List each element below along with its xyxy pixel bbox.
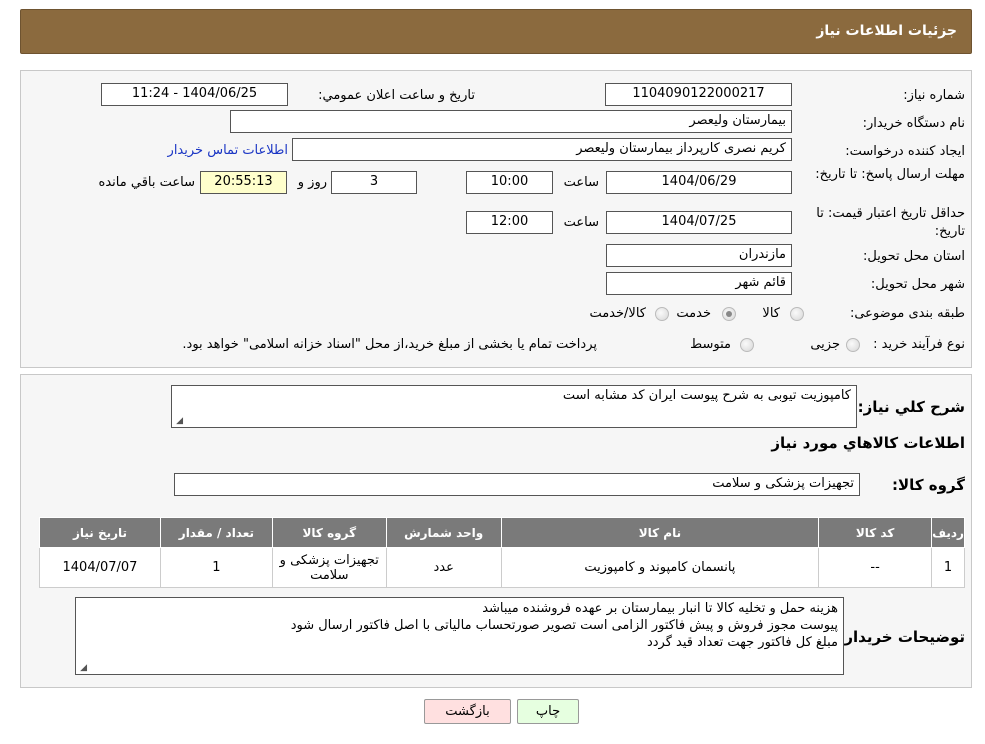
validity-time-field: 12:00 — [466, 211, 553, 234]
col-qty: تعداد / مقدار — [159, 517, 273, 548]
validity-label: حداقل تاریخ اعتبار قیمت: تا تاریخ: — [816, 206, 965, 239]
col-code: کد کالا — [818, 517, 933, 548]
cell-group: تجهیزات پزشکی و سلامت — [271, 547, 387, 588]
category-option-goods: کالا — [762, 306, 780, 321]
process-radio-medium[interactable] — [740, 338, 754, 352]
summary-textarea[interactable]: کامپوزیت تیوبی به شرح پیوست ایران کد مشا… — [171, 385, 857, 428]
category-radio-goods[interactable] — [790, 307, 804, 321]
city-field: قائم شهر — [606, 272, 792, 295]
cell-date: 1404/07/07 — [39, 547, 161, 588]
cell-name: پانسمان کامپوند و کامپوزیت — [500, 547, 820, 588]
page-title: جزئیات اطلاعات نیاز — [816, 23, 957, 39]
col-name: نام کالا — [500, 517, 820, 548]
need-number-label: شماره نیاز: — [903, 88, 965, 103]
remaining-label: ساعت باقي مانده — [98, 175, 195, 190]
items-table-header: ردیف کد کالا نام کالا واحد شمارش گروه کا… — [39, 517, 965, 548]
back-button[interactable]: بازگشت — [424, 699, 511, 724]
print-button[interactable]: چاپ — [517, 699, 579, 724]
summary-label: شرح کلي نیاز: — [857, 398, 965, 416]
cell-code: -- — [818, 547, 933, 588]
creator-field: کریم نصری کارپرداز بیمارستان ولیعصر — [292, 138, 792, 161]
need-number-field: 1104090122000217 — [605, 83, 792, 106]
buyer-org-label: نام دستگاه خریدار: — [862, 116, 965, 131]
announce-field: 1404/06/25 - 11:24 — [101, 83, 288, 106]
province-label: استان محل تحویل: — [863, 249, 965, 264]
process-option-medium: متوسط — [690, 337, 731, 352]
goods-group-field: تجهیزات پزشکی و سلامت — [174, 473, 860, 496]
buyer-note-line: پیوست مجوز فروش و پیش فاکتور الزامی است … — [290, 618, 838, 633]
buyer-notes-textarea[interactable]: هزینه حمل و تخلیه کالا تا انبار بیمارستا… — [75, 597, 844, 675]
page-header: جزئیات اطلاعات نیاز — [20, 9, 972, 54]
cell-unit: عدد — [385, 547, 502, 588]
goods-group-label: گروه کالا: — [892, 476, 965, 494]
deadline-time-field: 10:00 — [466, 171, 553, 194]
process-option-minor: جزیی — [810, 337, 840, 352]
table-row: 1 -- پانسمان کامپوند و کامپوزیت عدد تجهی… — [39, 547, 965, 588]
days-label: روز و — [297, 175, 327, 190]
validity-time-label: ساعت — [563, 215, 599, 230]
buyer-notes-label: توضیحات خریدار: — [838, 628, 965, 646]
category-option-service: خدمت — [676, 306, 711, 321]
category-radio-service[interactable] — [722, 307, 736, 321]
process-radio-minor[interactable] — [846, 338, 860, 352]
items-table: ردیف کد کالا نام کالا واحد شمارش گروه کا… — [39, 517, 965, 588]
category-option-goods-service: کالا/خدمت — [589, 306, 646, 321]
resize-grip-icon[interactable]: ◢ — [78, 664, 87, 673]
announce-label: تاریخ و ساعت اعلان عمومي: — [318, 88, 475, 103]
process-label: نوع فرآیند خرید : — [873, 337, 965, 352]
goods-info-title: اطلاعات کالاهاي مورد نیاز — [771, 434, 965, 452]
deadline-time-label: ساعت — [563, 175, 599, 190]
deadline-date-field: 1404/06/29 — [606, 171, 792, 194]
buyer-org-field: بیمارستان ولیعصر — [230, 110, 792, 133]
category-label: طبقه بندی موضوعی: — [849, 306, 965, 321]
city-label: شهر محل تحویل: — [870, 277, 965, 292]
creator-label: ایجاد کننده درخواست: — [845, 144, 965, 159]
buyer-contact-link[interactable]: اطلاعات تماس خریدار — [168, 143, 288, 158]
buyer-note-line: مبلغ کل فاکتور جهت تعداد قید گردد — [646, 635, 838, 650]
deadline-label: مهلت ارسال پاسخ: تا تاریخ: — [815, 167, 965, 182]
province-field: مازندران — [606, 244, 792, 267]
col-date: تاریخ نیاز — [39, 517, 161, 548]
buyer-note-line: هزینه حمل و تخلیه کالا تا انبار بیمارستا… — [482, 601, 838, 616]
validity-date-field: 1404/07/25 — [606, 211, 792, 234]
cell-row: 1 — [931, 547, 965, 588]
category-radio-goods-service[interactable] — [655, 307, 669, 321]
col-group: گروه کالا — [271, 517, 387, 548]
col-unit: واحد شمارش — [385, 517, 502, 548]
col-row: ردیف — [931, 517, 965, 548]
cell-qty: 1 — [159, 547, 273, 588]
days-field: 3 — [331, 171, 417, 194]
summary-text: کامپوزیت تیوبی به شرح پیوست ایران کد مشا… — [562, 388, 851, 403]
process-note: پرداخت تمام یا بخشی از مبلغ خرید،از محل … — [182, 337, 597, 352]
remaining-time-field: 20:55:13 — [200, 171, 287, 194]
resize-grip-icon[interactable]: ◢ — [174, 417, 183, 426]
